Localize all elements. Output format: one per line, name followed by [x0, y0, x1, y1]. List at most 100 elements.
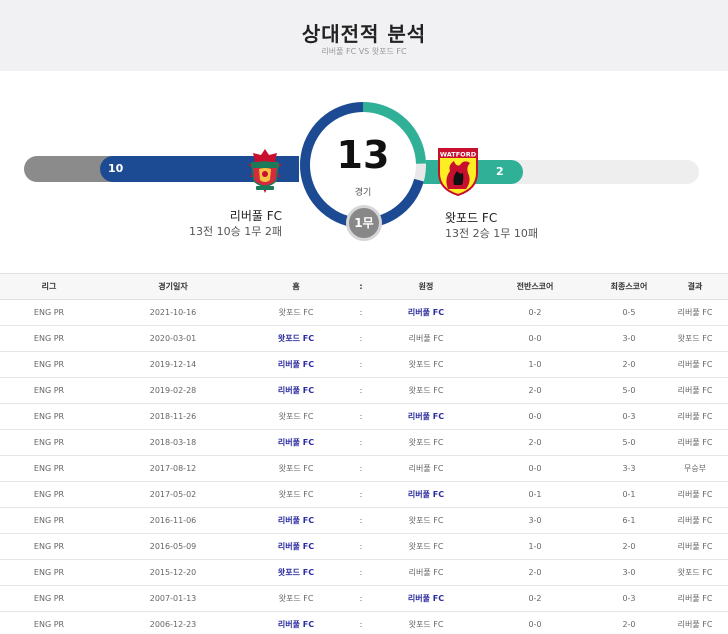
cell-league: ENG PR — [0, 455, 98, 482]
table-row: ENG PR 2006-12-23 리버풀 FC: 왓포드 FC 0-0 2-0 리버풀 F… — [0, 611, 728, 634]
match-history-table: 리그 경기일자 홈 : 원정 전반스코어 최종스코어 결과 ENG PR 2021… — [0, 273, 728, 634]
home-team-name: 리버풀 FC — [229, 209, 282, 223]
cell-date: 2017-08-12 — [98, 455, 248, 482]
cell-half-score: 0-0 — [474, 325, 596, 352]
cell-half-score: 0-1 — [474, 481, 596, 508]
cell-home-team: 왓포드 FC — [248, 481, 344, 508]
cell-date: 2021-10-16 — [98, 299, 248, 326]
page-header: 상대전적 분석 리버풀 FC VS 왓포드 FC — [0, 0, 728, 71]
table-row: ENG PR 2017-05-02 왓포드 FC: 리버풀 FC 0-1 0-1 리버풀 F… — [0, 481, 728, 508]
table-row: ENG PR 2019-12-14 리버풀 FC: 왓포드 FC 1-0 2-0 리버풀 F… — [0, 351, 728, 378]
cell-final-score: 0-3 — [596, 585, 662, 612]
cell-separator: : — [344, 481, 378, 508]
away-team-record: 13전 2승 1무 10패 — [445, 227, 538, 240]
header-final-score: 최종스코어 — [596, 273, 662, 300]
watford-crest-text: WATFORD — [440, 151, 477, 159]
header-separator: : — [344, 273, 378, 300]
cell-separator: : — [344, 533, 378, 560]
header-result: 결과 — [662, 273, 728, 300]
cell-date: 2019-12-14 — [98, 351, 248, 378]
cell-date: 2018-11-26 — [98, 403, 248, 430]
table-row: ENG PR 2020-03-01 왓포드 FC: 리버풀 FC 0-0 3-0 왓포드 F… — [0, 325, 728, 352]
cell-final-score: 3-0 — [596, 559, 662, 586]
cell-separator: : — [344, 507, 378, 534]
cell-away-team: 리버풀 FC — [378, 481, 474, 508]
cell-final-score: 5-0 — [596, 377, 662, 404]
cell-away-team: 왓포드 FC — [378, 611, 474, 634]
cell-half-score: 2-0 — [474, 429, 596, 456]
cell-result: 리버풀 FC — [662, 481, 728, 508]
cell-away-team: 리버풀 FC — [378, 299, 474, 326]
cell-separator: : — [344, 377, 378, 404]
cell-league: ENG PR — [0, 611, 98, 634]
cell-league: ENG PR — [0, 325, 98, 352]
cell-separator: : — [344, 611, 378, 634]
cell-league: ENG PR — [0, 507, 98, 534]
cell-league: ENG PR — [0, 299, 98, 326]
cell-final-score: 2-0 — [596, 611, 662, 634]
cell-home-team: 왓포드 FC — [248, 585, 344, 612]
table-header-row: 리그 경기일자 홈 : 원정 전반스코어 최종스코어 결과 — [0, 273, 728, 300]
cell-home-team: 리버풀 FC — [248, 611, 344, 634]
cell-final-score: 0-5 — [596, 299, 662, 326]
cell-home-team: 왓포드 FC — [248, 299, 344, 326]
table-row: ENG PR 2018-11-26 왓포드 FC: 리버풀 FC 0-0 0-3 리버풀 F… — [0, 403, 728, 430]
cell-half-score: 0-2 — [474, 299, 596, 326]
cell-result: 리버풀 FC — [662, 507, 728, 534]
cell-date: 2016-11-06 — [98, 507, 248, 534]
cell-final-score: 2-0 — [596, 351, 662, 378]
cell-away-team: 리버풀 FC — [378, 559, 474, 586]
cell-home-team: 리버풀 FC — [248, 351, 344, 378]
cell-away-team: 리버풀 FC — [378, 455, 474, 482]
cell-home-team: 리버풀 FC — [248, 507, 344, 534]
cell-separator: : — [344, 325, 378, 352]
table-row: ENG PR 2016-05-09 리버풀 FC: 왓포드 FC 1-0 2-0 리버풀 F… — [0, 533, 728, 560]
cell-away-team: 왓포드 FC — [378, 351, 474, 378]
cell-home-team: 리버풀 FC — [248, 429, 344, 456]
cell-separator: : — [344, 299, 378, 326]
header-league: 리그 — [0, 273, 98, 300]
home-wins-count: 10 — [108, 162, 124, 175]
cell-date: 2018-03-18 — [98, 429, 248, 456]
total-matches: 13 — [336, 133, 390, 177]
cell-separator: : — [344, 585, 378, 612]
cell-date: 2017-05-02 — [98, 481, 248, 508]
cell-half-score: 1-0 — [474, 351, 596, 378]
cell-away-team: 왓포드 FC — [378, 377, 474, 404]
cell-separator: : — [344, 455, 378, 482]
page-title: 상대전적 분석 — [301, 22, 427, 46]
table-row: ENG PR 2018-03-18 리버풀 FC: 왓포드 FC 2-0 5-0 리버풀 F… — [0, 429, 728, 456]
cell-half-score: 0-0 — [474, 403, 596, 430]
cell-result: 리버풀 FC — [662, 533, 728, 560]
header-date: 경기일자 — [98, 273, 248, 300]
cell-result: 무승부 — [662, 455, 728, 482]
cell-date: 2015-12-20 — [98, 559, 248, 586]
cell-result: 리버풀 FC — [662, 351, 728, 378]
cell-date: 2016-05-09 — [98, 533, 248, 560]
cell-half-score: 3-0 — [474, 507, 596, 534]
cell-half-score: 2-0 — [474, 377, 596, 404]
table-row: ENG PR 2017-08-12 왓포드 FC: 리버풀 FC 0-0 3-3 무승부 — [0, 455, 728, 482]
cell-half-score: 1-0 — [474, 533, 596, 560]
cell-half-score: 0-0 — [474, 455, 596, 482]
cell-league: ENG PR — [0, 533, 98, 560]
header-away: 원정 — [378, 273, 474, 300]
cell-home-team: 왓포드 FC — [248, 403, 344, 430]
cell-date: 2007-01-13 — [98, 585, 248, 612]
cell-away-team: 리버풀 FC — [378, 585, 474, 612]
cell-league: ENG PR — [0, 481, 98, 508]
cell-result: 리버풀 FC — [662, 585, 728, 612]
table-row: ENG PR 2019-02-28 리버풀 FC: 왓포드 FC 2-0 5-0 리버풀 F… — [0, 377, 728, 404]
cell-league: ENG PR — [0, 377, 98, 404]
cell-separator: : — [344, 429, 378, 456]
cell-final-score: 3-3 — [596, 455, 662, 482]
cell-home-team: 왓포드 FC — [248, 325, 344, 352]
cell-league: ENG PR — [0, 429, 98, 456]
cell-home-team: 왓포드 FC — [248, 455, 344, 482]
cell-half-score: 0-0 — [474, 611, 596, 634]
table-row: ENG PR 2007-01-13 왓포드 FC: 리버풀 FC 0-2 0-3 리버풀 F… — [0, 585, 728, 612]
cell-away-team: 왓포드 FC — [378, 507, 474, 534]
total-matches-label: 경기 — [354, 188, 372, 198]
cell-separator: : — [344, 403, 378, 430]
away-team-name: 왓포드 FC — [445, 211, 498, 225]
